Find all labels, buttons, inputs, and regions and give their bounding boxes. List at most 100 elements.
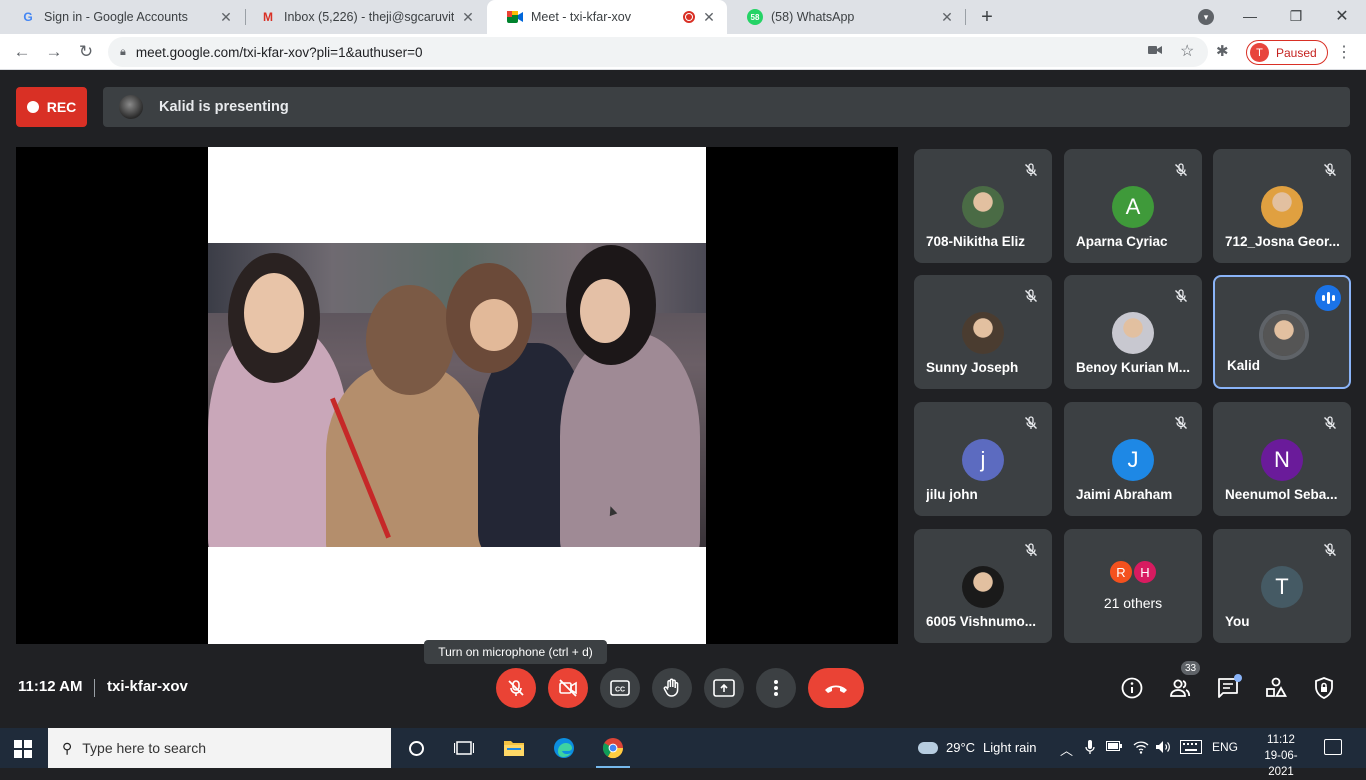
lock-icon[interactable]: 🔒︎ — [120, 46, 126, 59]
tab-google-accounts[interactable]: G Sign in - Google Accounts ✕ — [0, 0, 244, 34]
address-bar[interactable]: 🔒︎ meet.google.com/txi-kfar-xov?pli=1&au… — [108, 37, 1208, 67]
participant-avatar: J — [1112, 439, 1154, 481]
tab-title: Meet - txi-kfar-xov — [531, 10, 632, 24]
present-now-button[interactable] — [704, 668, 744, 708]
reload-icon[interactable]: ↻ — [74, 40, 98, 64]
file-explorer-icon[interactable] — [502, 736, 526, 760]
taskbar-search-box[interactable]: ⚲ Type here to search — [48, 728, 391, 768]
participant-tile[interactable]: J Jaimi Abraham — [1064, 402, 1202, 516]
edge-browser-icon[interactable] — [552, 736, 576, 760]
mic-muted-icon — [1170, 412, 1192, 434]
microphone-toggle-button[interactable] — [496, 668, 536, 708]
chrome-browser-icon[interactable] — [601, 736, 625, 760]
restore-window-icon[interactable]: ❐ — [1282, 4, 1310, 28]
touch-keyboard-icon[interactable] — [1180, 740, 1202, 757]
participant-tile[interactable]: Sunny Joseph — [914, 275, 1052, 389]
participant-tile[interactable]: N Neenumol Seba... — [1213, 402, 1351, 516]
participant-tile[interactable]: 708-Nikitha Eliz — [914, 149, 1052, 263]
bookmark-star-icon[interactable]: ☆ — [1180, 41, 1194, 61]
participant-tile[interactable]: Kalid — [1213, 275, 1351, 389]
cortana-circle-icon[interactable] — [404, 736, 428, 760]
activities-button[interactable] — [1264, 676, 1288, 700]
participant-avatar — [962, 186, 1004, 228]
profile-avatar: T — [1250, 43, 1269, 62]
wifi-icon[interactable] — [1133, 740, 1149, 757]
close-tab-icon[interactable]: ✕ — [218, 9, 234, 25]
system-clock[interactable]: 11:12 19-06-2021 — [1256, 732, 1306, 780]
close-tab-icon[interactable]: ✕ — [701, 9, 717, 25]
camera-in-use-icon[interactable] — [1148, 43, 1162, 59]
participant-name: Aparna Cyriac — [1076, 234, 1168, 249]
rec-label: REC — [46, 99, 77, 115]
mic-muted-icon — [1170, 159, 1192, 181]
tab-whatsapp[interactable]: 58 (58) WhatsApp ✕ — [727, 0, 965, 34]
participant-name: Kalid — [1227, 358, 1261, 373]
meet-call-area: REC Kalid is presenting 708-Nikitha Eliz… — [0, 71, 1366, 728]
mini-avatar: H — [1132, 559, 1158, 585]
extensions-puzzle-icon[interactable]: ✱ — [1216, 42, 1229, 60]
others-count-label: 21 others — [1103, 595, 1163, 611]
more-vertical-icon — [774, 680, 778, 696]
participant-tile[interactable]: 712_Josna Geor... — [1213, 149, 1351, 263]
participant-avatar: N — [1261, 439, 1303, 481]
participant-tile[interactable]: 6005 Vishnumo... — [914, 529, 1052, 643]
show-hidden-icons-chevron-icon[interactable]: ︿ — [1060, 740, 1073, 759]
close-window-icon[interactable]: ✕ — [1328, 4, 1356, 28]
show-everyone-button[interactable] — [1168, 676, 1192, 700]
info-icon — [1121, 677, 1143, 699]
tab-search-icon[interactable]: ▾ — [1198, 9, 1214, 25]
slide-photo-people — [208, 243, 706, 547]
close-tab-icon[interactable]: ✕ — [460, 9, 476, 25]
participant-tile[interactable]: R H 21 others — [1064, 529, 1202, 643]
close-tab-icon[interactable]: ✕ — [939, 9, 955, 25]
participant-tile[interactable]: T You — [1213, 529, 1351, 643]
microphone-tray-icon[interactable] — [1085, 740, 1095, 758]
recording-badge[interactable]: REC — [16, 87, 87, 127]
mic-muted-icon — [1020, 285, 1042, 307]
participant-name: jilu john — [926, 487, 978, 502]
camera-toggle-button[interactable] — [548, 668, 588, 708]
participant-tile[interactable]: j jilu john — [914, 402, 1052, 516]
participant-name: You — [1225, 614, 1250, 629]
input-language[interactable]: ENG — [1212, 740, 1238, 754]
participant-name: Sunny Joseph — [926, 360, 1019, 375]
camera-off-icon — [559, 679, 577, 697]
presentation-stage[interactable] — [16, 147, 898, 644]
profile-paused-chip[interactable]: T Paused — [1246, 40, 1328, 65]
minimize-window-icon[interactable]: — — [1236, 4, 1264, 28]
bottom-bar-divider — [94, 679, 95, 697]
notification-center-icon[interactable] — [1324, 739, 1342, 755]
battery-icon[interactable] — [1106, 740, 1122, 754]
mic-muted-icon — [1020, 539, 1042, 561]
more-options-button[interactable] — [756, 668, 796, 708]
leave-call-button[interactable] — [808, 668, 864, 708]
windows-start-icon[interactable] — [14, 740, 32, 758]
profile-status-label: Paused — [1276, 45, 1317, 60]
participant-tile[interactable]: Benoy Kurian M... — [1064, 275, 1202, 389]
mic-muted-icon — [1020, 159, 1042, 181]
raise-hand-button[interactable] — [652, 668, 692, 708]
back-arrow-icon[interactable]: ← — [10, 40, 34, 64]
host-controls-button[interactable] — [1312, 676, 1336, 700]
mic-off-icon — [508, 680, 524, 696]
tab-meet[interactable]: Meet - txi-kfar-xov ✕ — [487, 0, 727, 34]
meeting-time: 11:12 AM — [18, 678, 83, 695]
volume-icon[interactable] — [1155, 740, 1171, 757]
hang-up-phone-icon — [825, 685, 847, 693]
participant-avatar: A — [1112, 186, 1154, 228]
participant-name: Benoy Kurian M... — [1076, 360, 1191, 375]
participant-avatar: T — [1261, 566, 1303, 608]
mic-muted-icon — [1319, 412, 1341, 434]
participant-tile[interactable]: A Aparna Cyriac — [1064, 149, 1202, 263]
new-message-dot — [1234, 674, 1242, 682]
forward-arrow-icon[interactable]: → — [42, 40, 66, 64]
chrome-menu-icon[interactable]: ⋮ — [1336, 42, 1352, 62]
meeting-details-button[interactable] — [1120, 676, 1144, 700]
captions-button[interactable]: CC — [600, 668, 640, 708]
new-tab-button[interactable]: + — [976, 6, 998, 28]
tab-title: (58) WhatsApp — [771, 10, 855, 24]
tab-gmail-inbox[interactable]: M Inbox (5,226) - theji@sgcaruvithu ✕ — [240, 0, 486, 34]
url-text[interactable]: meet.google.com/txi-kfar-xov?pli=1&authu… — [136, 45, 423, 60]
task-view-icon[interactable] — [452, 736, 476, 760]
weather-widget[interactable]: 29°C Light rain — [918, 740, 1037, 755]
